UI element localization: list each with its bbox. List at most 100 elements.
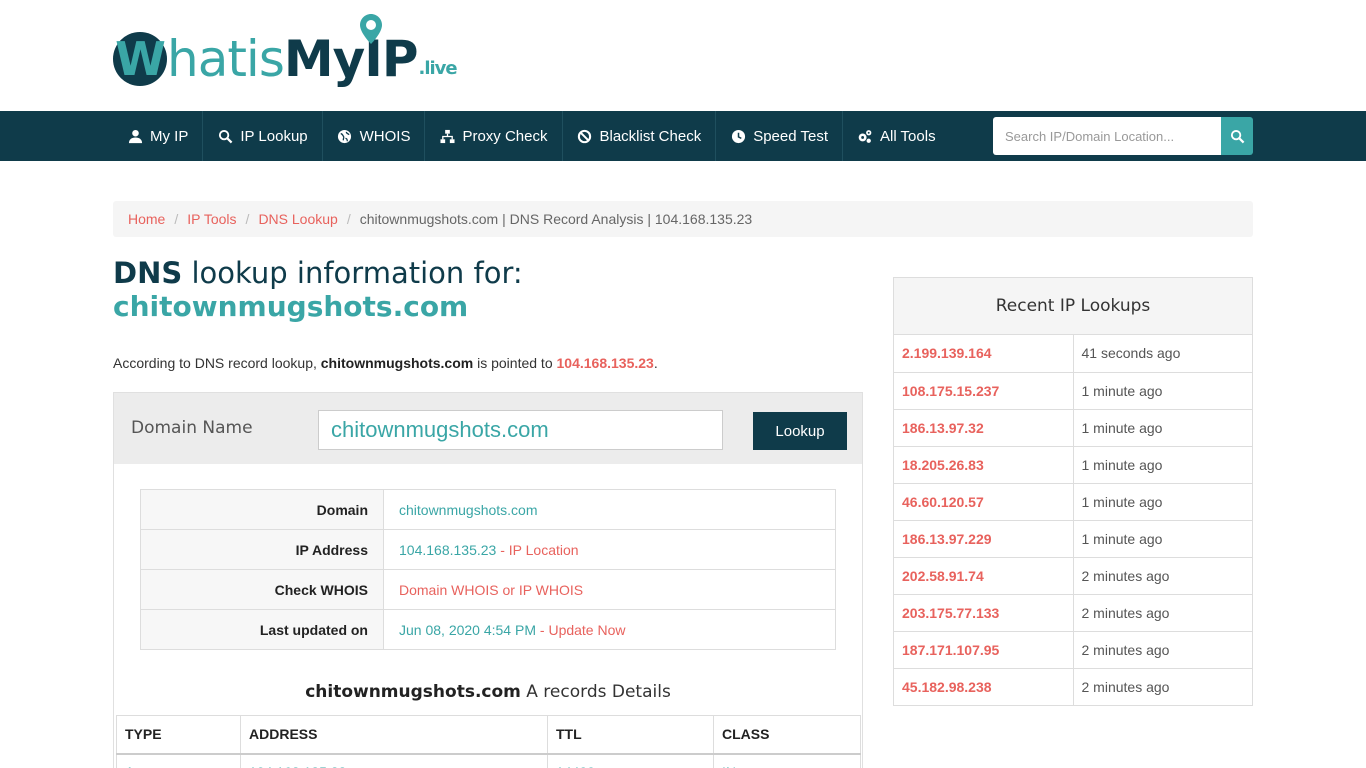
recent-ip-link[interactable]: 18.205.26.83	[894, 446, 1074, 484]
recent-ip-link[interactable]: 203.175.77.133	[894, 594, 1074, 632]
a-records-title-rest: A records Details	[520, 682, 671, 702]
cell-ttl: 14400	[547, 753, 714, 768]
col-address: ADDRESS	[240, 715, 548, 755]
page-title-bold: DNS	[113, 256, 183, 290]
a-records-table: TYPE ADDRESS TTL CLASS A 104.168.135.23 …	[116, 715, 861, 768]
table-row: IP Address 104.168.135.23 - IP Location	[140, 529, 836, 570]
search-button[interactable]	[1221, 117, 1253, 155]
breadcrumb-current: chitownmugshots.com | DNS Record Analysi…	[359, 211, 753, 227]
breadcrumb-home[interactable]: Home	[128, 211, 165, 227]
last-updated-key: Last updated on	[140, 609, 384, 650]
a-records-title: chitownmugshots.com A records Details	[114, 682, 862, 702]
recent-ip-link[interactable]: 2.199.139.164	[894, 335, 1074, 373]
separator: -	[536, 621, 549, 638]
breadcrumb-separator: /	[245, 211, 250, 227]
intro-text: According to DNS record lookup, chitownm…	[113, 355, 658, 371]
search-input[interactable]	[993, 117, 1221, 155]
cell-address[interactable]: 104.168.135.23	[240, 753, 548, 768]
breadcrumb-ip-tools[interactable]: IP Tools	[187, 211, 236, 227]
recent-ip-time: 1 minute ago	[1073, 446, 1252, 484]
recent-ip-time: 2 minutes ago	[1081, 678, 1170, 695]
list-item: 45.182.98.238 2 minutes ago	[894, 668, 1252, 705]
globe-icon	[337, 128, 353, 144]
ip-whois-link[interactable]: IP WHOIS	[519, 582, 583, 598]
nav-item-ip-lookup[interactable]: IP Lookup	[203, 111, 323, 161]
nav-item-blacklist-check[interactable]: Blacklist Check	[563, 111, 717, 161]
breadcrumb-dns-lookup[interactable]: DNS Lookup	[258, 211, 337, 227]
recent-ip-link[interactable]: 108.175.15.237	[894, 372, 1074, 410]
recent-ip-link[interactable]: 45.182.98.238	[894, 668, 1074, 705]
logo-text-hatis: hatis	[167, 30, 285, 88]
domain-name-label: Domain Name	[131, 418, 253, 438]
intro-suffix: .	[653, 355, 658, 371]
intro-middle: is pointed to	[473, 355, 557, 371]
list-item: 186.13.97.229 1 minute ago	[894, 520, 1252, 558]
nav-item-whois[interactable]: WHOIS	[323, 111, 426, 161]
cogs-icon	[857, 128, 873, 144]
table-row: Check WHOIS Domain WHOIS or IP WHOIS	[140, 569, 836, 610]
update-now-link[interactable]: Update Now	[548, 622, 625, 638]
domain-value-link[interactable]: chitownmugshots.com	[399, 502, 538, 518]
ip-address-link[interactable]: 104.168.135.23	[399, 542, 496, 558]
list-item: 186.13.97.32 1 minute ago	[894, 409, 1252, 447]
ip-address-key: IP Address	[140, 529, 384, 570]
lookup-button[interactable]: Lookup	[753, 412, 847, 450]
cell-class: IN	[713, 753, 861, 768]
list-item: 2.199.139.164 41 seconds ago	[894, 335, 1252, 373]
list-item: 203.175.77.133 2 minutes ago	[894, 594, 1252, 632]
recent-ip-time: 2 minutes ago	[1073, 594, 1252, 632]
nav-item-all-tools[interactable]: All Tools	[843, 111, 950, 161]
domain-whois-link[interactable]: Domain WHOIS	[399, 582, 499, 598]
search-icon	[217, 128, 233, 144]
recent-ip-time: 41 seconds ago	[1073, 335, 1252, 373]
nav-label: IP Lookup	[240, 127, 308, 145]
search-icon	[1230, 129, 1244, 143]
page-title: DNS lookup information for: chitownmugsh…	[113, 256, 853, 324]
list-item: 187.171.107.95 2 minutes ago	[894, 631, 1252, 669]
recent-ip-time: 1 minute ago	[1073, 409, 1252, 447]
nav-item-proxy-check[interactable]: Proxy Check	[425, 111, 563, 161]
nav-item-speed-test[interactable]: Speed Test	[716, 111, 843, 161]
recent-ip-link[interactable]: 202.58.91.74	[894, 557, 1074, 595]
dns-lookup-panel: Domain Name chitownmugshots.com Lookup D…	[113, 392, 863, 768]
domain-name-input[interactable]: chitownmugshots.com	[318, 410, 723, 450]
site-logo[interactable]: Whatis My IP .live	[113, 14, 458, 88]
col-ttl: TTL	[547, 715, 714, 755]
nav-item-my-ip[interactable]: My IP	[113, 111, 204, 161]
recent-lookups-title: Recent IP Lookups	[894, 278, 1252, 335]
nav-label: My IP	[150, 127, 189, 145]
intro-prefix: According to DNS record lookup,	[113, 355, 321, 371]
table-row: Domain chitownmugshots.com	[140, 489, 836, 530]
col-type: TYPE	[116, 715, 241, 755]
ip-location-link[interactable]: IP Location	[509, 542, 579, 558]
logo-w-mark: W	[113, 32, 167, 86]
logo-text-live: .live	[418, 58, 457, 79]
logo-text-ip: IP	[360, 14, 418, 88]
intro-ip-link[interactable]: 104.168.135.23	[557, 355, 654, 371]
main-nav: My IP IP Lookup WHOIS Proxy Check Blackl…	[0, 111, 1366, 161]
separator: -	[496, 541, 509, 558]
table-row: A 104.168.135.23 14400 IN	[116, 753, 861, 768]
recent-ip-time: 1 minute ago	[1073, 372, 1252, 410]
recent-ip-link[interactable]: 187.171.107.95	[894, 631, 1074, 669]
intro-domain: chitownmugshots.com	[320, 355, 474, 371]
domain-info-table: Domain chitownmugshots.com IP Address 10…	[140, 489, 836, 650]
cell-type: A	[116, 753, 241, 768]
recent-ip-time: 2 minutes ago	[1073, 631, 1252, 669]
recent-ip-link[interactable]: 186.13.97.32	[894, 409, 1074, 447]
search-box	[993, 117, 1253, 155]
location-pin-icon	[360, 14, 383, 44]
recent-ip-link[interactable]: 186.13.97.229	[894, 520, 1074, 558]
domain-key: Domain	[140, 489, 384, 530]
recent-ip-lookups: Recent IP Lookups 2.199.139.164 41 second…	[893, 277, 1253, 706]
table-header-row: TYPE ADDRESS TTL CLASS	[116, 715, 861, 755]
last-updated-value: Jun 08, 2020 4:54 PM	[399, 621, 536, 638]
recent-ip-link[interactable]: 46.60.120.57	[894, 483, 1074, 521]
nav-label: Proxy Check	[462, 127, 548, 145]
list-item: 46.60.120.57 1 minute ago	[894, 483, 1252, 521]
list-item: 108.175.15.237 1 minute ago	[894, 372, 1252, 410]
whois-or-text: or	[498, 581, 519, 598]
a-records-title-domain: chitownmugshots.com	[305, 682, 521, 702]
col-class: CLASS	[713, 715, 861, 755]
ban-icon	[577, 128, 593, 144]
